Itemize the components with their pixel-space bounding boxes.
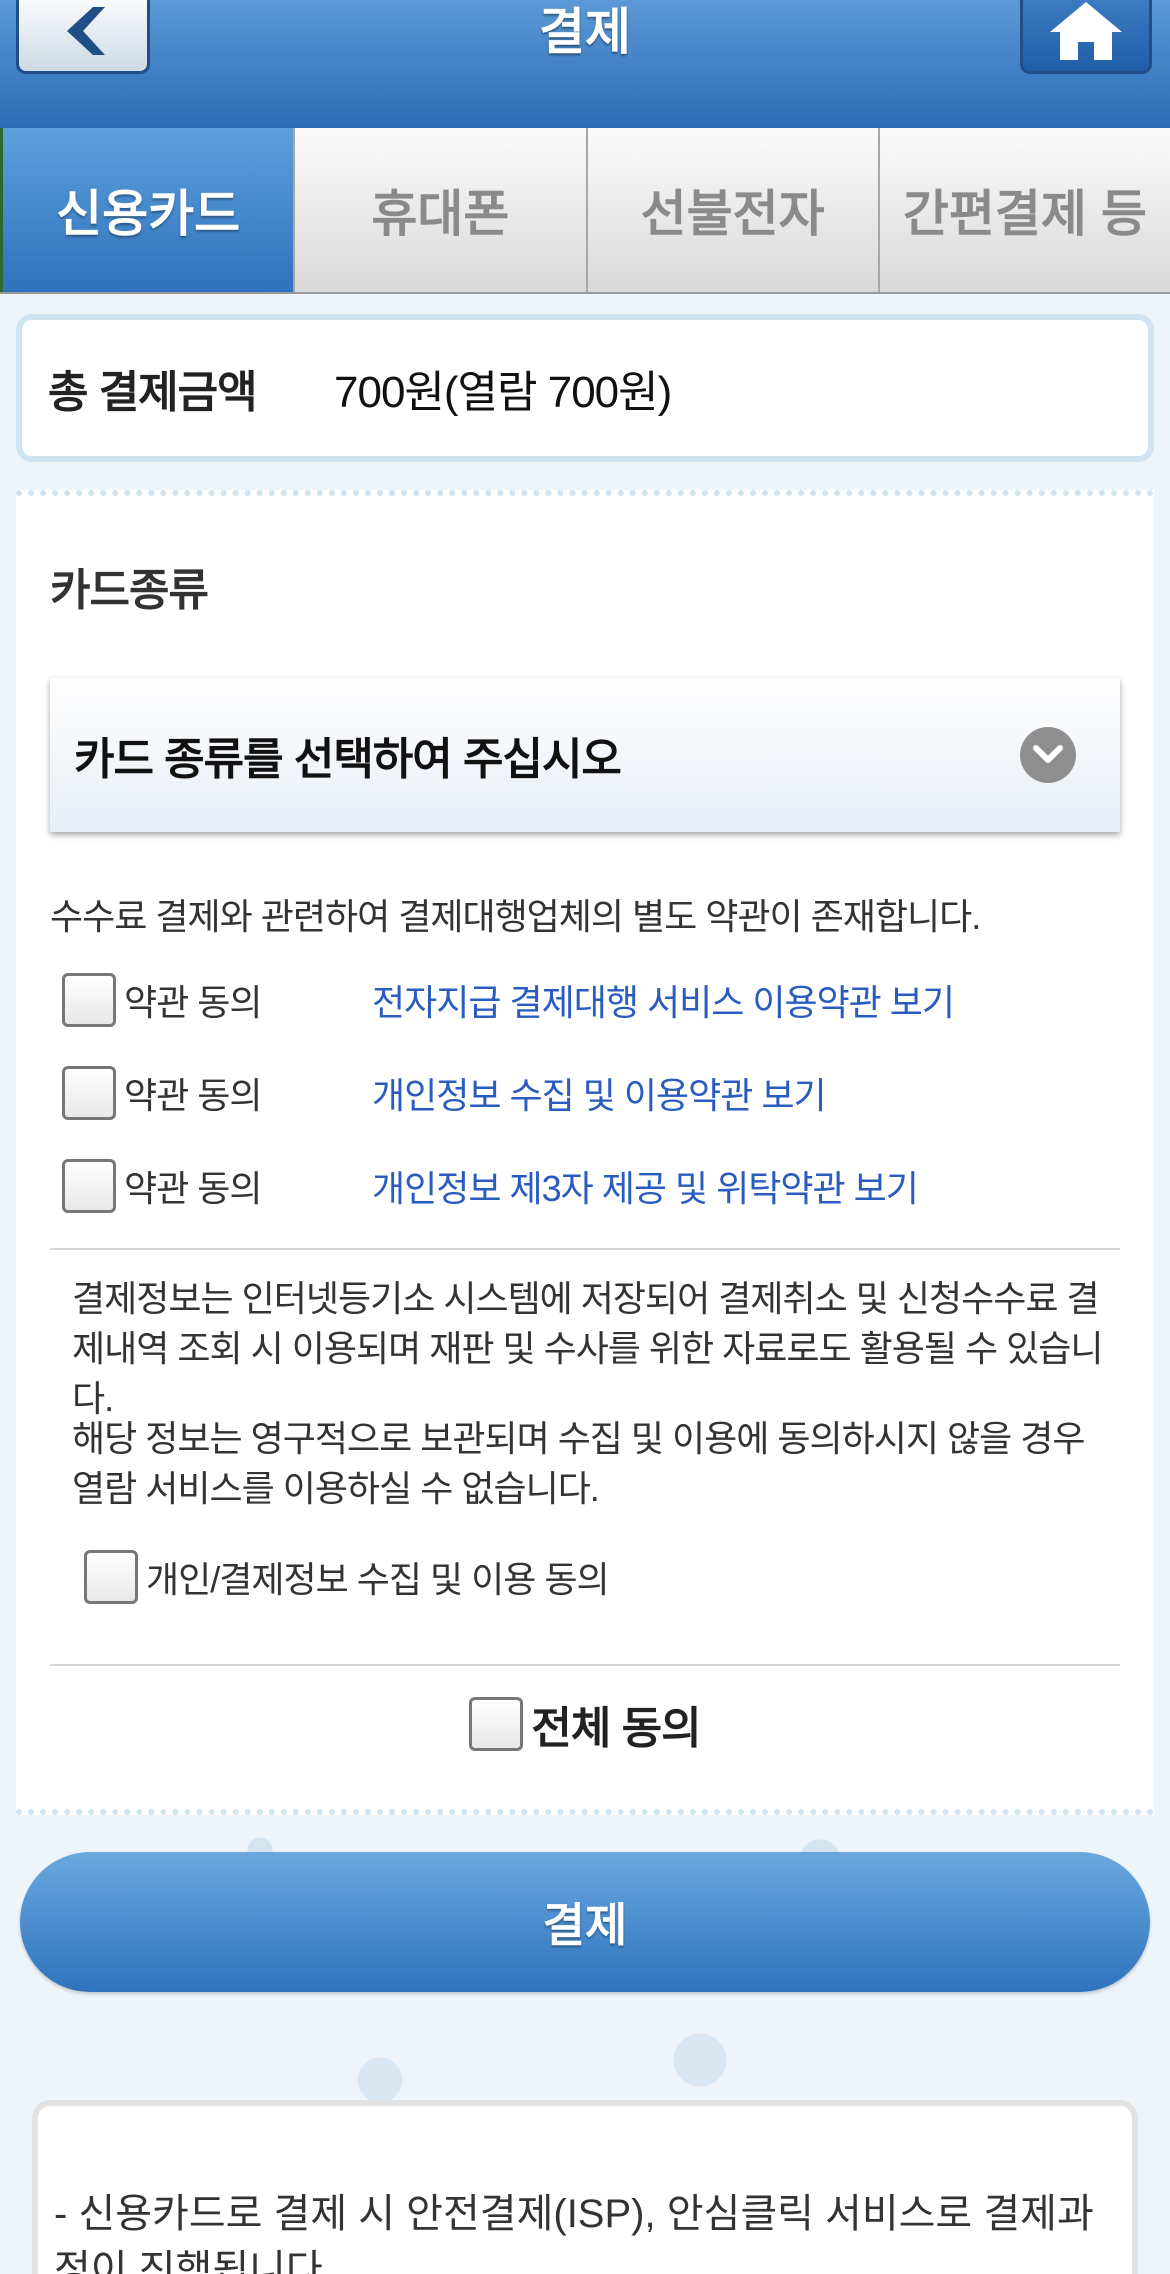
card-type-select[interactable]: 카드 종류를 선택하여 주십시오 bbox=[50, 678, 1120, 832]
terms-checkbox-2[interactable] bbox=[62, 1066, 116, 1120]
all-agree-row: 전체 동의 bbox=[16, 1692, 1154, 1756]
terms-notice: 수수료 결제와 관련하여 결제대행업체의 별도 약관이 존재합니다. bbox=[50, 896, 981, 937]
terms-link-third-party[interactable]: 개인정보 제3자 제공 및 위탁약관 보기 bbox=[372, 1160, 919, 1212]
card-type-label: 카드종류 bbox=[50, 566, 209, 615]
divider bbox=[50, 1664, 1120, 1666]
info-paragraph-2: 해당 정보는 영구적으로 보관되며 수집 및 이용에 동의하시지 않을 경우 열… bbox=[72, 1418, 1086, 1509]
terms-agree-label: 약관 동의 bbox=[124, 1168, 262, 1209]
personal-consent-checkbox[interactable] bbox=[84, 1550, 138, 1604]
home-icon bbox=[1050, 2, 1122, 60]
info-paragraph-1: 결제정보는 인터넷등기소 시스템에 저장되어 결제취소 및 신청수수료 결제내역… bbox=[72, 1278, 1104, 1419]
divider bbox=[50, 1248, 1120, 1250]
terms-checkbox-1[interactable] bbox=[62, 973, 116, 1027]
terms-agree-label: 약관 동의 bbox=[124, 982, 262, 1023]
terms-checkbox-3[interactable] bbox=[62, 1159, 116, 1213]
card-type-select-value: 카드 종류를 선택하여 주십시오 bbox=[74, 735, 622, 784]
page-title: 결제 bbox=[539, 4, 631, 60]
tab-prepaid[interactable]: 선불전자 bbox=[587, 128, 880, 292]
tab-easy-payment[interactable]: 간편결제 등 bbox=[879, 128, 1170, 292]
terms-link-payment-service[interactable]: 전자지급 결제대행 서비스 이용약관 보기 bbox=[372, 974, 955, 1026]
all-agree-label: 전체 동의 bbox=[531, 1704, 701, 1753]
payment-notice-text: - 신용카드로 결제 시 안전결제(ISP), 안심클릭 서비스로 결제과정이 … bbox=[54, 2192, 1094, 2274]
terms-row-2: 약관 동의 개인정보 수집 및 이용약관 보기 bbox=[62, 1063, 827, 1123]
total-amount-value: 700원(열람 700원) bbox=[334, 368, 672, 417]
pay-button[interactable]: 결제 bbox=[20, 1852, 1150, 1992]
payment-notice-box: - 신용카드로 결제 시 안전결제(ISP), 안심클릭 서비스로 결제과정이 … bbox=[32, 2100, 1138, 2274]
payment-method-tabs: 신용카드 휴대폰 선불전자 간편결제 등 bbox=[0, 128, 1170, 294]
terms-row-1: 약관 동의 전자지급 결제대행 서비스 이용약관 보기 bbox=[62, 970, 955, 1030]
total-amount-label: 총 결제금액 bbox=[48, 368, 258, 417]
terms-agree-label: 약관 동의 bbox=[124, 1075, 262, 1116]
terms-row-3: 약관 동의 개인정보 제3자 제공 및 위탁약관 보기 bbox=[62, 1156, 919, 1216]
payment-form-panel: 카드종류 카드 종류를 선택하여 주십시오 수수료 결제와 관련하여 결제대행업… bbox=[16, 490, 1154, 1815]
personal-consent-row: 개인/결제정보 수집 및 이용 동의 bbox=[84, 1550, 610, 1604]
total-amount-box: 총 결제금액 700원(열람 700원) bbox=[16, 314, 1154, 462]
chevron-down-icon bbox=[1020, 727, 1076, 783]
pay-button-label: 결제 bbox=[542, 1899, 628, 1951]
tab-credit-card[interactable]: 신용카드 bbox=[0, 128, 296, 292]
top-bar: 결제 bbox=[0, 0, 1170, 128]
home-button[interactable] bbox=[1020, 0, 1152, 74]
personal-consent-label: 개인/결제정보 수집 및 이용 동의 bbox=[146, 1559, 610, 1600]
all-agree-checkbox[interactable] bbox=[469, 1697, 524, 1751]
tab-mobile-phone[interactable]: 휴대폰 bbox=[295, 128, 588, 292]
terms-link-privacy-collection[interactable]: 개인정보 수집 및 이용약관 보기 bbox=[372, 1067, 827, 1119]
